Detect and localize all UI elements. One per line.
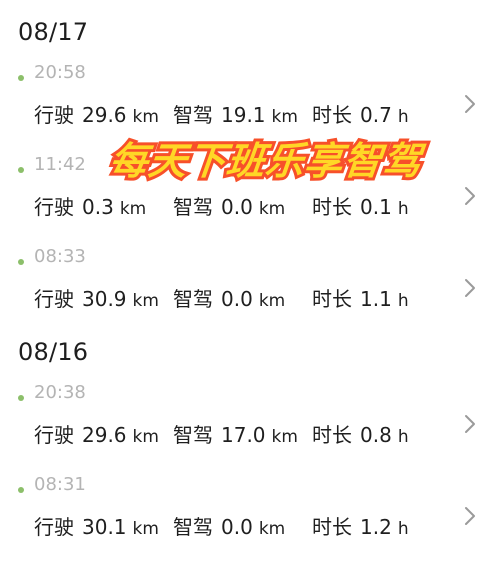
trip-time: 08:33 [34, 246, 86, 267]
chevron-right-icon[interactable] [462, 504, 478, 528]
smart-unit: km [271, 107, 298, 127]
duration-value: 1.1 [360, 287, 392, 311]
trip-time: 11:42 [34, 154, 86, 175]
time-dot-icon [18, 75, 24, 81]
smart-unit: km [271, 427, 298, 447]
time-dot-icon [18, 395, 24, 401]
smart-unit: km [258, 519, 286, 539]
drive-unit: km [132, 107, 159, 127]
smart-value: 0.0 [221, 515, 253, 539]
drive-distance: 行驶 30.1 km [34, 511, 159, 540]
date-header: 08/16 [18, 338, 89, 366]
smart-value: 17.0 [221, 423, 266, 447]
smart-label: 智驾 [173, 103, 213, 127]
drive-label: 行驶 [34, 103, 74, 127]
time-dot-icon [18, 167, 24, 173]
duration-label: 时长 [312, 423, 352, 447]
duration-label: 时长 [312, 103, 352, 127]
smart-drive-distance: 智驾 0.0 km [173, 283, 285, 312]
duration-unit: h [397, 199, 409, 219]
date-header: 08/17 [18, 18, 89, 46]
drive-distance: 行驶 29.6 km [34, 99, 159, 128]
smart-label: 智驾 [173, 195, 213, 219]
smart-unit: km [258, 199, 286, 219]
trip-row[interactable]: 20:38 行驶 29.6 km 智驾 17.0 km 时长 0.8 h [0, 382, 500, 462]
trip-time: 20:38 [34, 382, 86, 403]
smart-unit: km [258, 291, 286, 311]
smart-label: 智驾 [173, 423, 213, 447]
duration-value: 0.1 [360, 195, 392, 219]
chevron-right-icon[interactable] [462, 412, 478, 436]
trip-row[interactable]: 08:31 行驶 30.1 km 智驾 0.0 km 时长 1.2 h [0, 474, 500, 554]
drive-value: 29.6 [82, 423, 127, 447]
drive-unit: km [132, 291, 159, 311]
time-dot-icon [18, 259, 24, 265]
duration-label: 时长 [312, 515, 352, 539]
duration-label: 时长 [312, 195, 352, 219]
duration-unit: h [397, 107, 409, 127]
trip-duration: 时长 1.1 h [312, 283, 409, 312]
drive-unit: km [119, 199, 147, 219]
duration-unit: h [397, 519, 409, 539]
smart-drive-distance: 智驾 0.0 km [173, 511, 285, 540]
smart-label: 智驾 [173, 287, 213, 311]
drive-label: 行驶 [34, 423, 74, 447]
trip-row[interactable]: 08:33 行驶 30.9 km 智驾 0.0 km 时长 1.1 h [0, 246, 500, 326]
chevron-right-icon[interactable] [462, 184, 478, 208]
smart-label: 智驾 [173, 515, 213, 539]
drive-value: 30.1 [82, 515, 127, 539]
smart-value: 0.0 [221, 287, 253, 311]
smart-drive-distance: 智驾 17.0 km [173, 419, 298, 448]
duration-value: 0.7 [360, 103, 392, 127]
duration-unit: h [397, 291, 409, 311]
smart-drive-distance: 智驾 0.0 km [173, 191, 285, 220]
chevron-right-icon[interactable] [462, 92, 478, 116]
drive-distance: 行驶 29.6 km [34, 419, 159, 448]
drive-unit: km [132, 519, 159, 539]
drive-unit: km [132, 427, 159, 447]
trip-duration: 时长 0.7 h [312, 99, 409, 128]
smart-value: 0.0 [221, 195, 253, 219]
drive-label: 行驶 [34, 195, 74, 219]
drive-value: 30.9 [82, 287, 127, 311]
smart-value: 19.1 [221, 103, 266, 127]
duration-label: 时长 [312, 287, 352, 311]
time-dot-icon [18, 487, 24, 493]
trip-duration: 时长 1.2 h [312, 511, 409, 540]
drive-value: 0.3 [82, 195, 114, 219]
drive-label: 行驶 [34, 515, 74, 539]
duration-value: 0.8 [360, 423, 392, 447]
drive-label: 行驶 [34, 287, 74, 311]
drive-distance: 行驶 0.3 km [34, 191, 146, 220]
trip-duration: 时长 0.8 h [312, 419, 409, 448]
smart-drive-distance: 智驾 19.1 km [173, 99, 298, 128]
trip-duration: 时长 0.1 h [312, 191, 409, 220]
duration-unit: h [397, 427, 409, 447]
drive-distance: 行驶 30.9 km [34, 283, 159, 312]
promo-banner-text: 每天下班乐享智驾 [104, 136, 427, 186]
drive-value: 29.6 [82, 103, 127, 127]
duration-value: 1.2 [360, 515, 392, 539]
trip-time: 08:31 [34, 474, 86, 495]
trip-time: 20:58 [34, 62, 86, 83]
chevron-right-icon[interactable] [462, 276, 478, 300]
